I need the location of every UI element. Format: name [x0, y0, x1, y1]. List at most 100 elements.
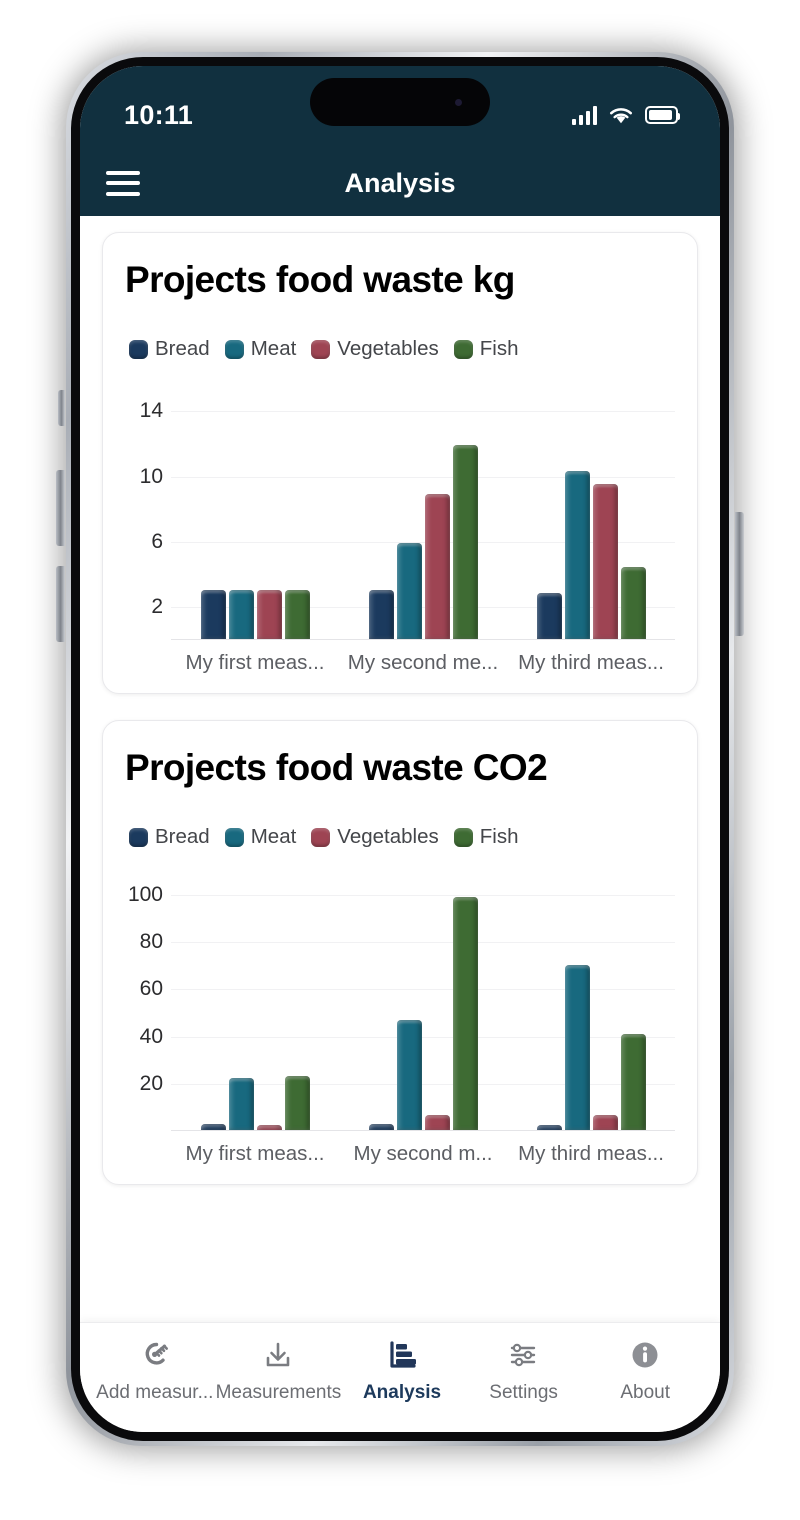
- x-axis-label: My second me...: [347, 651, 499, 674]
- legend-item-vegetables[interactable]: Vegetables: [311, 337, 439, 361]
- x-axis: My first meas... My second m... My third m…: [125, 1142, 675, 1166]
- legend-swatch-meat: [224, 339, 244, 359]
- x-axis-labels: My first meas... My second me... My third …: [171, 651, 675, 675]
- bar-fish[interactable]: [620, 567, 646, 639]
- bar-bread[interactable]: [536, 1125, 562, 1130]
- nav-item-about[interactable]: About: [584, 1335, 706, 1404]
- chart-card-food-waste-co2: Projects food waste CO2 Bread Meat Veget…: [102, 720, 698, 1185]
- bar-bread[interactable]: [368, 1124, 394, 1130]
- volume-up-button[interactable]: [56, 470, 65, 546]
- phone-frame: 10:11 Analysis Projects food waste kg Br…: [66, 52, 734, 1446]
- bar-vegetables[interactable]: [424, 1114, 450, 1130]
- y-axis-tick: 6: [151, 530, 163, 553]
- bar-group: [171, 883, 339, 1130]
- bar-bread[interactable]: [536, 593, 562, 639]
- legend-label-bread: Bread: [155, 825, 210, 848]
- chart-title: Projects food waste kg: [125, 259, 515, 300]
- nav-label: Measurements: [215, 1382, 342, 1403]
- bar-chart-icon: [384, 1335, 420, 1375]
- power-button[interactable]: [735, 512, 744, 636]
- legend-label-fish: Fish: [479, 337, 519, 360]
- bar-meat[interactable]: [564, 964, 590, 1130]
- legend-item-meat[interactable]: Meat: [224, 337, 296, 361]
- bar-meat[interactable]: [228, 1078, 254, 1130]
- nav-label: Analysis: [362, 1382, 442, 1403]
- hamburger-menu-icon[interactable]: [106, 170, 140, 196]
- bar-group: [171, 395, 339, 639]
- legend-item-fish[interactable]: Fish: [453, 337, 519, 361]
- silent-switch[interactable]: [58, 390, 65, 426]
- dynamic-island: [310, 78, 490, 126]
- legend-item-fish[interactable]: Fish: [453, 825, 518, 849]
- x-axis-label: My third meas...: [518, 651, 664, 674]
- bar-bread[interactable]: [368, 590, 394, 639]
- cellular-signal-icon: [571, 105, 597, 125]
- volume-down-button[interactable]: [56, 566, 65, 642]
- sliders-icon: [506, 1335, 542, 1375]
- bar-vegetables[interactable]: [424, 493, 450, 639]
- legend-swatch-fish: [453, 339, 473, 359]
- x-axis-labels: My first meas... My second m... My third m…: [171, 1142, 675, 1166]
- chart-plot: 20 40 60 80 100: [125, 883, 675, 1131]
- scale-icon: [137, 1335, 173, 1375]
- bar-fish[interactable]: [284, 590, 310, 639]
- front-camera-lens: [455, 99, 462, 106]
- nav-item-analysis[interactable]: Analysis: [341, 1335, 463, 1404]
- status-indicators: [571, 92, 681, 125]
- y-axis-tick: 40: [139, 1024, 163, 1048]
- legend-swatch-vegetables: [311, 339, 331, 359]
- legend-swatch-bread: [129, 339, 148, 359]
- bar-meat[interactable]: [396, 542, 422, 639]
- bar-vegetables[interactable]: [256, 1125, 282, 1130]
- nav-label: About: [620, 1382, 671, 1403]
- legend-item-bread[interactable]: Bread: [129, 825, 210, 849]
- bar-vegetables[interactable]: [592, 1114, 618, 1130]
- bar-fish[interactable]: [452, 444, 478, 639]
- app-bar: Analysis: [80, 150, 720, 216]
- legend-item-meat[interactable]: Meat: [224, 825, 297, 849]
- chart-plot: 2 6 10 14: [125, 395, 675, 640]
- plot-area: [171, 395, 675, 640]
- bar-fish[interactable]: [620, 1034, 646, 1130]
- legend-swatch-vegetables: [311, 827, 331, 847]
- page-title: Analysis: [344, 167, 456, 198]
- nav-item-add-measurement[interactable]: Add measur...: [94, 1335, 216, 1404]
- bar-meat[interactable]: [228, 590, 254, 639]
- bar-meat[interactable]: [396, 1020, 422, 1130]
- nav-label: Add measur...: [96, 1382, 214, 1403]
- chart-legend: Bread Meat Vegetables Fish: [129, 825, 675, 849]
- chart-legend: Bread Meat Vegetables Fish: [129, 337, 675, 361]
- chart-title: Projects food waste CO2: [125, 747, 548, 788]
- legend-item-bread[interactable]: Bread: [129, 337, 210, 361]
- legend-swatch-bread: [129, 827, 148, 847]
- y-axis-tick: 60: [139, 977, 163, 1001]
- plot-area: [171, 883, 675, 1131]
- bar-fish[interactable]: [284, 1075, 310, 1130]
- bar-meat[interactable]: [564, 470, 590, 639]
- legend-swatch-fish: [453, 827, 473, 847]
- status-bar: 10:11: [80, 66, 720, 150]
- content-scroll-area[interactable]: Projects food waste kg Bread Meat Vegeta…: [80, 216, 720, 1322]
- y-axis-tick: 14: [139, 399, 163, 423]
- x-axis: My first meas... My second me... My third …: [125, 651, 675, 675]
- bar-groups: [171, 883, 675, 1130]
- y-axis-tick: 100: [127, 882, 163, 906]
- bar-vegetables[interactable]: [256, 590, 282, 639]
- bar-group: [339, 395, 507, 639]
- y-axis-tick: 20: [139, 1071, 163, 1095]
- info-circle-icon: [627, 1335, 663, 1375]
- bar-bread[interactable]: [200, 590, 226, 639]
- bar-bread[interactable]: [200, 1124, 226, 1130]
- bar-groups: [171, 395, 675, 639]
- legend-label-meat: Meat: [250, 825, 297, 848]
- status-clock: 10:11: [124, 99, 194, 130]
- bar-vegetables[interactable]: [592, 483, 618, 639]
- chart-card-food-waste-kg: Projects food waste kg Bread Meat Vegeta…: [102, 232, 698, 694]
- legend-item-vegetables[interactable]: Vegetables: [311, 825, 439, 849]
- nav-item-measurements[interactable]: Measurements: [215, 1335, 342, 1404]
- y-axis-tick: 10: [139, 464, 163, 488]
- bar-fish[interactable]: [452, 897, 478, 1130]
- x-axis-label: My second m...: [353, 1142, 493, 1165]
- x-axis-label: My third meas...: [518, 1142, 664, 1165]
- nav-item-settings[interactable]: Settings: [463, 1335, 585, 1404]
